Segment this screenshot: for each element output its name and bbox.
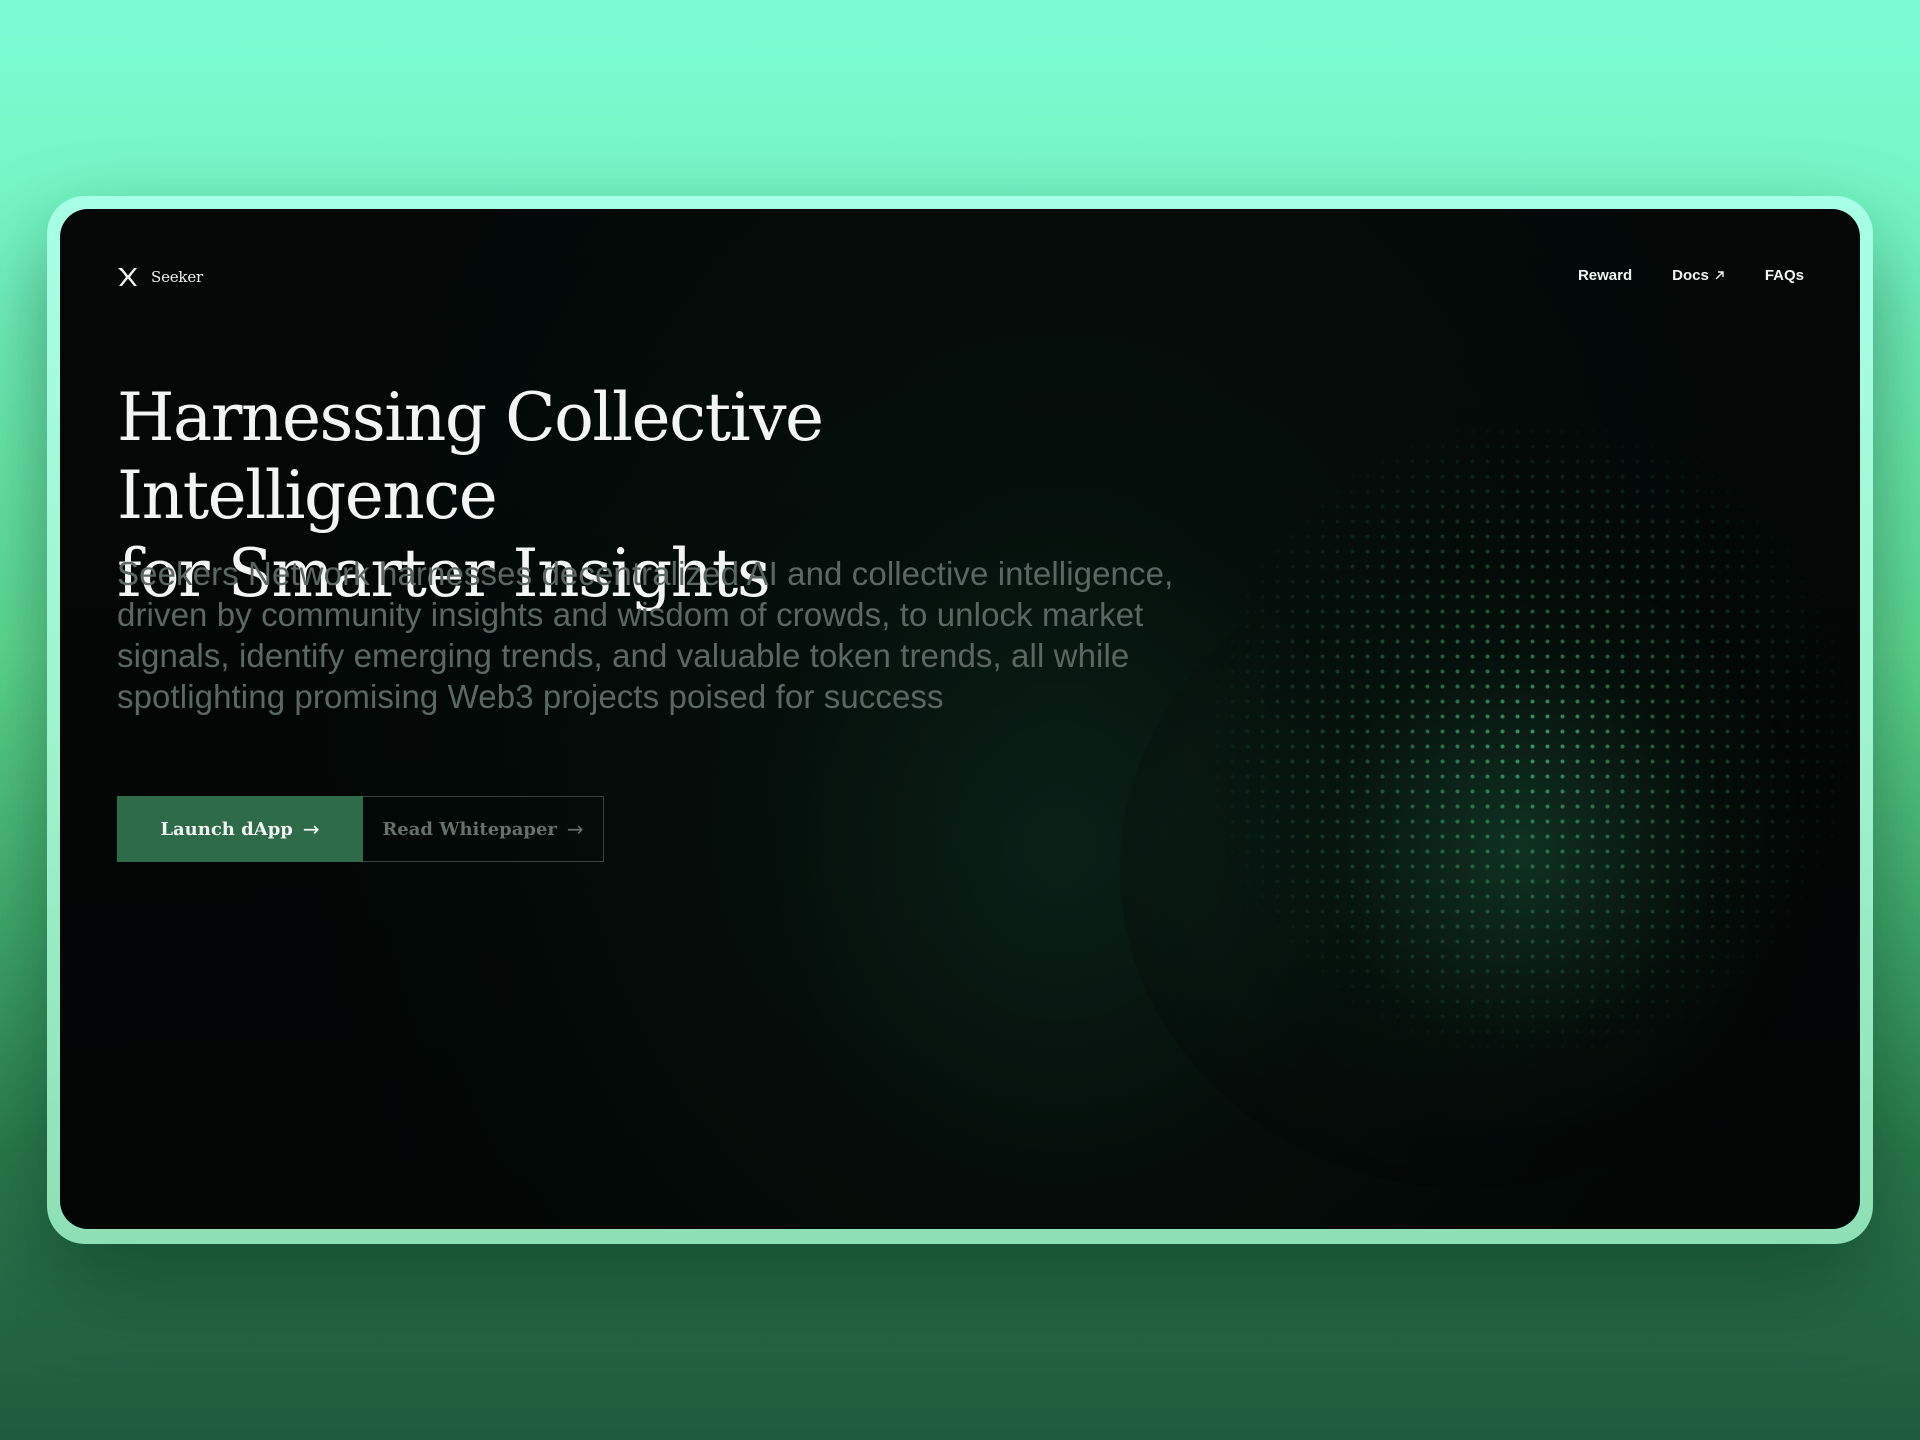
nav-reward-label: Reward	[1577, 267, 1633, 284]
launch-dapp-button[interactable]: Launch dApp →	[117, 796, 363, 862]
hero-actions: Launch dApp → Read Whitepaper →	[117, 796, 604, 862]
launch-dapp-label: Launch dApp	[160, 818, 293, 840]
external-arrow-icon	[1715, 271, 1724, 280]
nav-faqs-label: FAQs	[1764, 267, 1804, 284]
arrow-right-icon: →	[302, 817, 320, 841]
brand-name: Seeker	[151, 268, 203, 286]
arrow-right-icon: →	[566, 817, 584, 841]
hero-description: Seekers Network harnesses decentralized …	[117, 555, 1174, 715]
nav-reward-link[interactable]: Reward	[1578, 267, 1632, 284]
nav-docs-link[interactable]: Docs	[1672, 267, 1725, 284]
hero-title-line-1: Harnessing Collective Intelligence	[117, 379, 824, 534]
nav-docs-label: Docs	[1672, 267, 1709, 284]
nav-links: Reward Docs FAQs	[1578, 267, 1804, 284]
read-whitepaper-label: Read Whitepaper	[382, 818, 557, 840]
read-whitepaper-button[interactable]: Read Whitepaper →	[363, 796, 604, 862]
x-mark-logo-icon	[118, 268, 137, 286]
brand-logo[interactable]: Seeker	[117, 267, 203, 287]
nav-faqs-link[interactable]: FAQs	[1765, 267, 1804, 284]
sphere-shading	[1120, 549, 1820, 1189]
hero-screen: Seeker Reward Docs FAQs Harnessing Colle…	[60, 209, 1860, 1229]
device-frame: Seeker Reward Docs FAQs Harnessing Colle…	[47, 196, 1873, 1244]
top-nav: Seeker Reward Docs FAQs	[60, 209, 1860, 339]
